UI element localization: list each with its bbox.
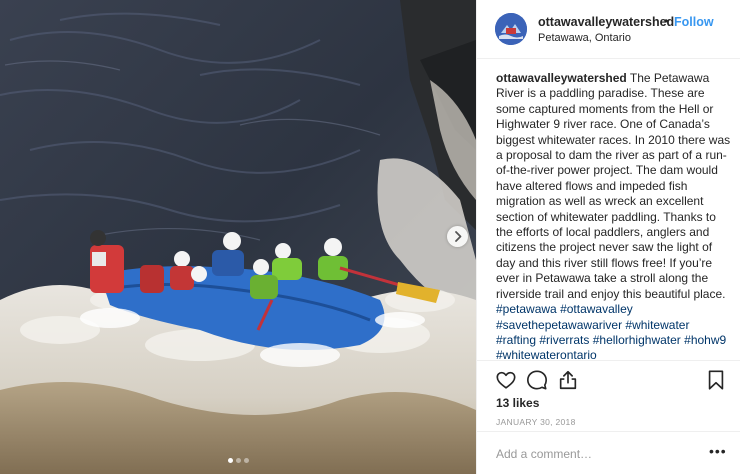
carousel-indicator [228,458,249,463]
like-button[interactable] [495,369,517,391]
post-caption: ottawavalleywatershed The Petawawa River… [496,71,732,364]
watershed-logo-icon [495,13,527,45]
carousel-dot [244,458,249,463]
post-photo[interactable] [0,0,476,474]
hashtag[interactable]: #ottawavalley [560,302,633,316]
hashtag[interactable]: #riverrats [539,333,589,347]
hashtag[interactable]: #hohw9 [684,333,726,347]
instagram-post: ottawavalleywatershed • Follow Petawawa,… [0,0,740,474]
avatar[interactable] [495,13,527,45]
post-date: JANUARY 30, 2018 [496,417,576,427]
comment-button[interactable] [526,369,548,391]
separator-dot: • [664,14,669,28]
save-button[interactable] [705,369,727,391]
caption-text: The Petawawa River is a paddling paradis… [496,71,731,301]
share-button[interactable] [557,369,579,391]
post-header: ottawavalleywatershed • Follow Petawawa,… [477,0,740,59]
follow-button[interactable]: Follow [674,15,714,29]
hashtag[interactable]: #hellorhighwater [593,333,681,347]
post-location[interactable]: Petawawa, Ontario [538,32,631,44]
share-icon [559,370,577,390]
bookmark-icon [708,370,724,390]
carousel-dot [228,458,233,463]
post-username[interactable]: ottawavalleywatershed [538,15,674,29]
hashtag[interactable]: #whitewater [625,318,689,332]
comment-bubble-icon [527,370,547,390]
post-side-panel: ottawavalleywatershed • Follow Petawawa,… [476,0,740,474]
caption-username[interactable]: ottawavalleywatershed [496,71,627,85]
like-count[interactable]: 13 likes [496,396,539,410]
hashtag[interactable]: #savethepetawawariver [496,318,622,332]
rafting-photo-image [0,0,476,474]
carousel-dot [236,458,241,463]
more-options-button[interactable]: ••• [709,443,727,459]
carousel-next-button[interactable] [447,226,468,247]
hashtag[interactable]: #petawawa [496,302,557,316]
hashtag-list: #petawawa #ottawavalley #savethepetawawa… [496,302,732,364]
hashtag[interactable]: #rafting [496,333,536,347]
comment-bar: ••• [477,431,740,474]
heart-icon [496,371,516,389]
chevron-right-icon [455,231,462,242]
comment-input[interactable] [496,445,686,463]
